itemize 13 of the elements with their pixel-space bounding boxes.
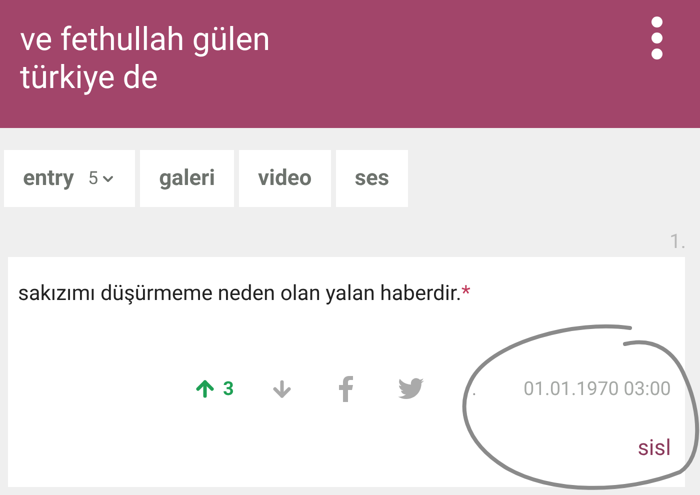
author-link[interactable]: sisl	[638, 432, 671, 464]
entry-text: sakızımı düşürmeme neden olan yalan haberdir.*	[18, 281, 472, 308]
tab[interactable]: ses	[336, 150, 408, 207]
more-icon[interactable]	[650, 16, 664, 60]
upvote-button[interactable]: 3	[193, 375, 234, 404]
page-title: ve fethullah gülen türkiye de	[20, 20, 272, 96]
tab[interactable]: galeri	[140, 150, 234, 207]
separator-dot: .	[472, 378, 477, 402]
tab[interactable]: entry 5	[4, 150, 136, 207]
twitter-icon[interactable]	[398, 378, 424, 400]
entry-date: 01.01.1970 03:00	[524, 376, 671, 402]
facebook-icon[interactable]	[338, 376, 354, 402]
tab[interactable]: video	[239, 150, 331, 207]
